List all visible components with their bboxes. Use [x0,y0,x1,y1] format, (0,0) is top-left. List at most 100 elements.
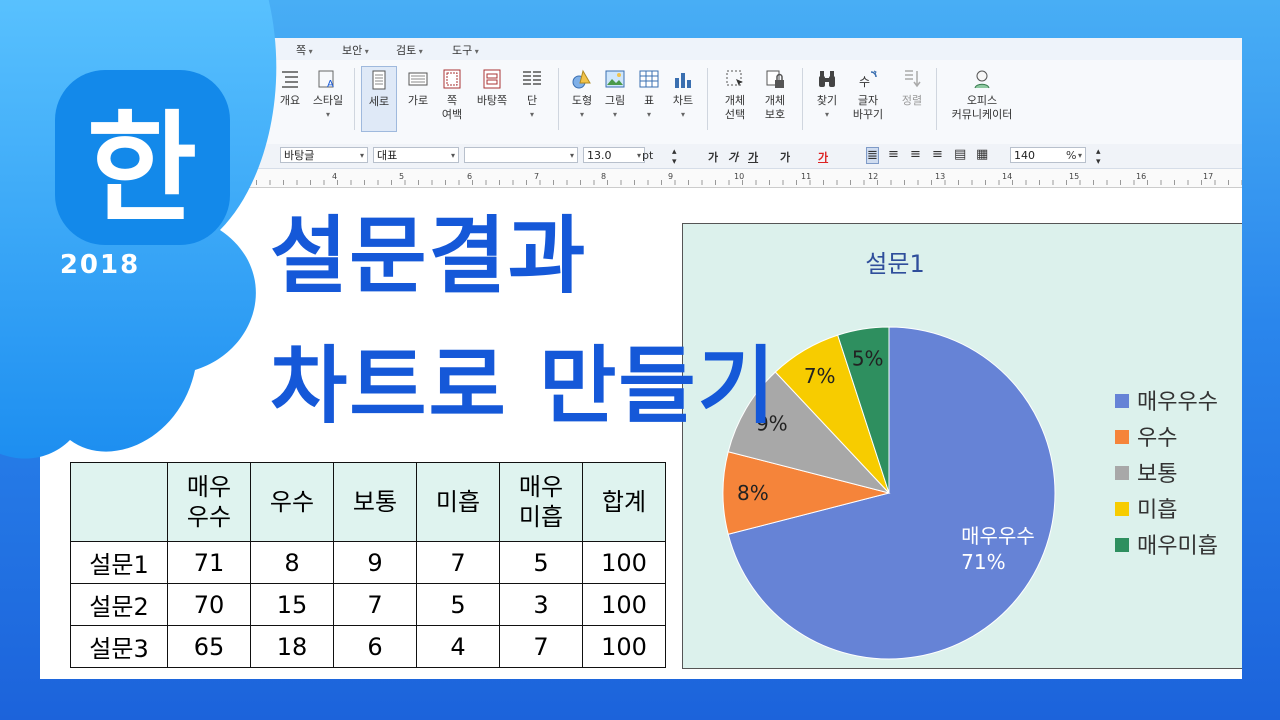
ruler-tick: 8 [601,172,607,181]
font-size-combo[interactable]: 13.0 [583,147,645,164]
shape-icon [572,69,591,89]
menu-security[interactable]: 보안 [342,42,369,58]
table-header-cell: 보통 [333,462,417,542]
table-cell[interactable]: 100 [582,625,666,668]
table-cell[interactable]: 3 [499,583,583,626]
logo-glyph: 한 [87,100,197,239]
table-cell[interactable]: 5 [499,541,583,584]
table-cell[interactable]: 9 [333,541,417,584]
font-size-stepper[interactable]: ▴ ▾ [672,147,677,167]
italic-button[interactable]: 가 [728,149,738,165]
picture-icon [605,70,625,88]
object-protect-icon [766,70,784,88]
ruler-tick: 11 [801,172,812,181]
sort-icon [905,70,921,88]
table-cell[interactable]: 4 [416,625,500,668]
ruler-tick: 12 [868,172,879,181]
page-margin-button[interactable]: 쪽 여백 [430,66,474,122]
data-label-3: 7% [804,364,836,388]
align-left-button[interactable]: ≡ [888,147,899,162]
zoom-stepper[interactable]: ▴ ▾ [1096,147,1101,167]
object-protect-button[interactable]: 개체 보호 [753,66,797,122]
bold-button[interactable]: 가 [708,149,718,165]
align-center-button[interactable]: ≡ [910,147,921,162]
table-row: 설문1 71 8 9 7 5 100 [70,541,666,584]
table-header-cell: 매우 우수 [167,462,251,542]
style-button[interactable]: A 스타일 ▾ [306,66,350,122]
ruler-tick: 7 [534,172,540,181]
ruler-tick: 16 [1136,172,1147,181]
table-header-cell: 미흡 [416,462,500,542]
object-select-label: 개체 선택 [724,94,746,121]
portrait-label: 세로 [368,95,390,108]
ruler-tick: 9 [668,172,674,181]
table-cell[interactable]: 7 [499,625,583,668]
font-face-combo[interactable] [464,147,578,164]
table-cell[interactable]: 7 [416,541,500,584]
legend-swatch-1 [1115,430,1129,444]
table-cell[interactable]: 8 [250,541,334,584]
legend-swatch-4 [1115,538,1129,552]
svg-text:A: A [327,79,334,90]
table-cell[interactable]: 71 [167,541,251,584]
chart-button[interactable]: 차트 ▾ [661,66,705,122]
table-cell[interactable]: 100 [582,583,666,626]
legend-label-0: 매우우수 [1137,390,1218,415]
table-cell[interactable]: 100 [582,541,666,584]
align-right-button[interactable]: ≡ [932,147,943,162]
page-margin-icon [443,69,461,89]
table-cell[interactable]: 설문3 [70,625,168,668]
survey-table[interactable]: 매우 우수 우수 보통 미흡 매우 미흡 합계 설문1 71 8 9 7 5 100… [70,462,666,668]
table-cell[interactable]: 15 [250,583,334,626]
divide-button[interactable]: ▦ [976,147,988,162]
table-cell[interactable]: 설문1 [70,541,168,584]
font-name-combo[interactable]: 대표 [373,147,459,164]
underline-button[interactable]: 가 [748,149,758,165]
font-color-button[interactable]: 가 [818,149,828,165]
outline-icon [282,71,298,88]
sort-label: 정렬 [901,94,923,107]
table-cell[interactable]: 7 [333,583,417,626]
office-communicator-label: 오피스 커뮤니케이터 [951,94,1013,121]
replace-icon: 수 [859,70,877,89]
table-cell[interactable]: 65 [167,625,251,668]
table-cell[interactable]: 6 [333,625,417,668]
pie-chart-object[interactable]: 설문1 매우우수 71% 8% 9% 7% 5% 매우우수 우수 보통 미흡 매우미흡 [682,223,1242,669]
ruler-tick: 10 [734,172,745,181]
legend-label-2: 보통 [1137,462,1177,487]
master-page-button[interactable]: 바탕쪽 [470,66,514,108]
font-effect-button[interactable]: 가 [780,149,790,165]
table-label: 표 [643,94,655,107]
columns-button[interactable]: 단 ▾ [510,66,554,122]
sort-button[interactable]: 정렬 [890,66,934,108]
table-icon [639,70,659,88]
office-communicator-button[interactable]: 오피스 커뮤니케이터 [944,66,1020,122]
thumbnail-title-line2: 차트로 만들기 [270,337,777,435]
landscape-page-icon [408,72,428,86]
menu-tools[interactable]: 도구 [452,42,479,58]
table-cell[interactable]: 18 [250,625,334,668]
distribute-button[interactable]: ▤ [954,147,966,162]
legend-label-3: 미흡 [1137,498,1177,523]
object-protect-label: 개체 보호 [764,94,786,121]
style-icon: A [318,70,334,90]
table-cell[interactable]: 5 [416,583,500,626]
replace-button[interactable]: 수 글자 바꾸기 [846,66,890,122]
table-cell[interactable]: 설문2 [70,583,168,626]
menu-page[interactable]: 쪽 [296,42,313,58]
menu-review[interactable]: 검토 [396,42,423,58]
find-label: 찾기 [816,94,838,107]
communicator-icon [974,70,990,89]
font-size-unit: pt [642,149,654,162]
columns-icon [523,71,541,85]
find-button[interactable]: 찾기 ▾ [805,66,849,122]
table-cell[interactable]: 70 [167,583,251,626]
pie-chart-svg: 설문1매우우수 71%8%9%7%5%매우우수우수보통미흡매우미흡 [722,250,1218,660]
align-justify-button[interactable]: ≣ [866,147,879,164]
portrait-button[interactable]: 세로 [361,66,397,132]
table-header-cell: 우수 [250,462,334,542]
style-combo[interactable]: 바탕글 [280,147,368,164]
outline-label: 개요 [279,94,301,107]
object-select-button[interactable]: 개체 선택 [713,66,757,122]
table-header-cell: 합계 [582,462,666,542]
